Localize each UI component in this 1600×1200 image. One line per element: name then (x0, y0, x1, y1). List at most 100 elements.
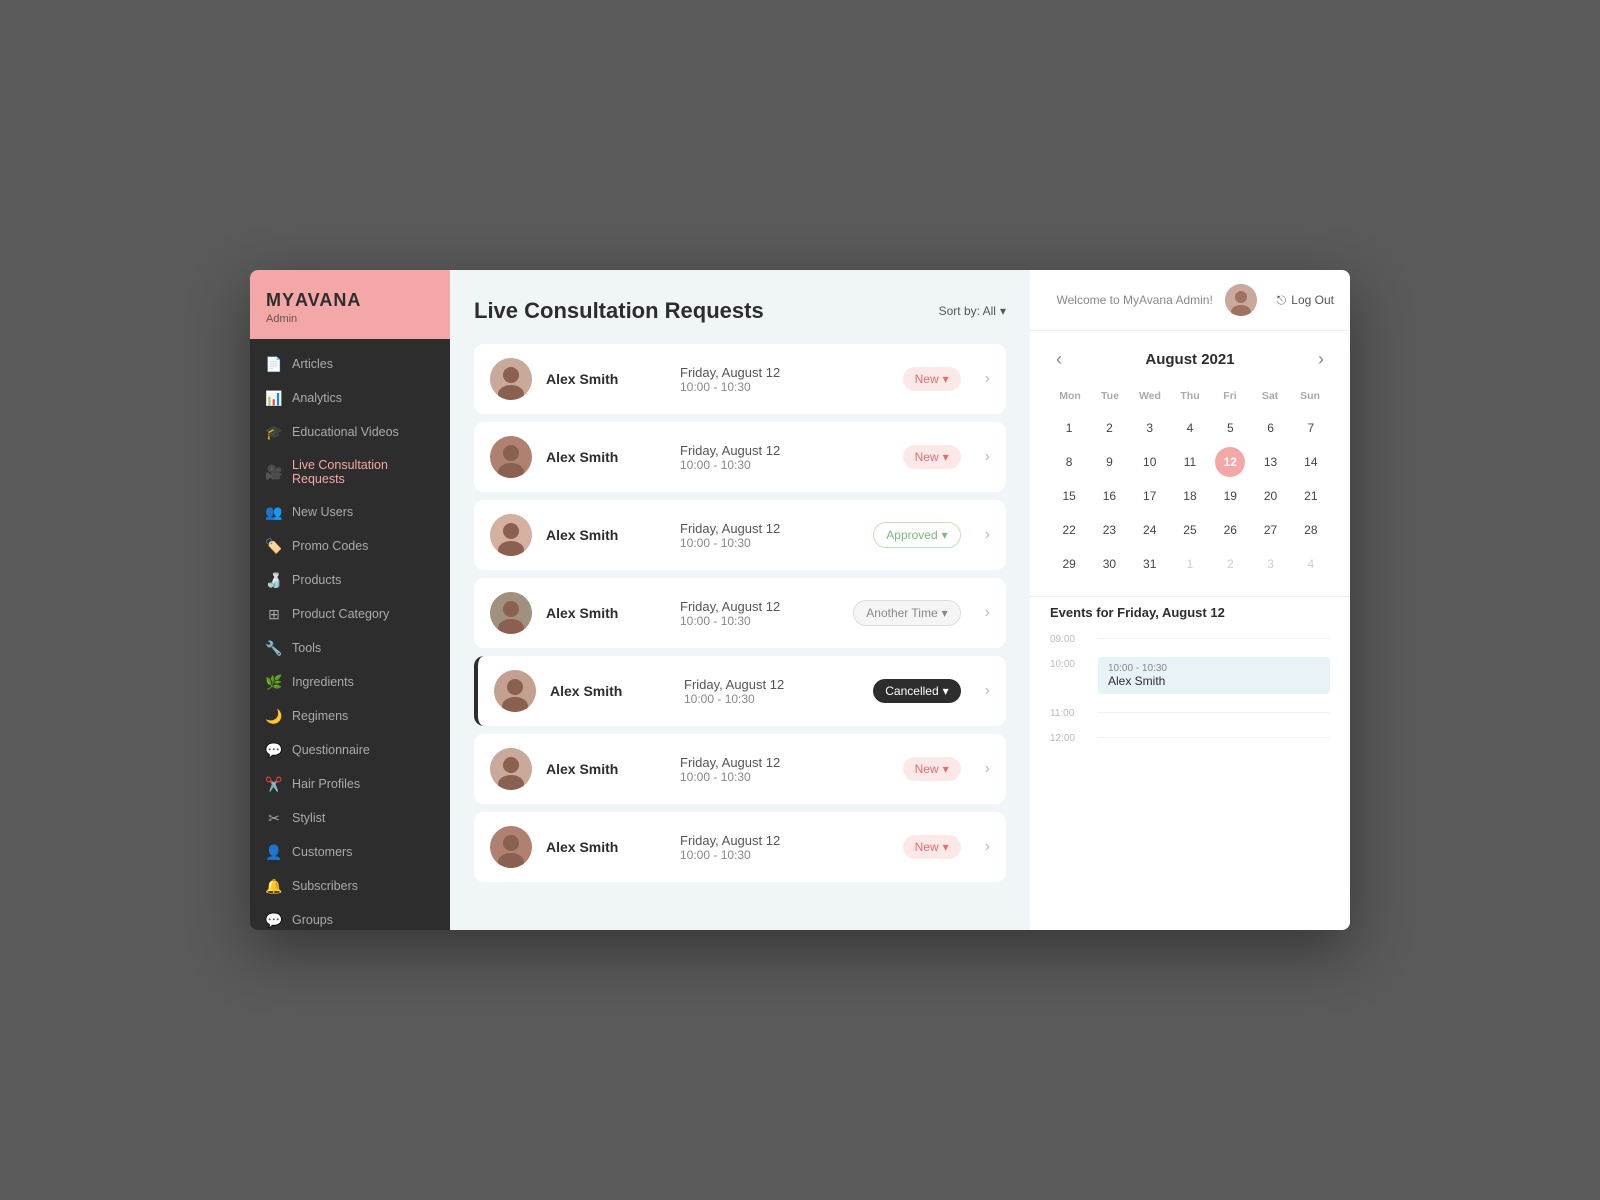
calendar-day[interactable]: 4 (1175, 413, 1205, 443)
calendar-day[interactable]: 2 (1215, 549, 1245, 579)
card-arrow-icon[interactable]: › (985, 838, 990, 856)
regimens-icon: 🌙 (266, 708, 282, 724)
card-arrow-icon[interactable]: › (985, 370, 990, 388)
sidebar-item-ingredients[interactable]: 🌿 Ingredients (250, 665, 450, 699)
card-arrow-icon[interactable]: › (985, 604, 990, 622)
calendar-day[interactable]: 1 (1054, 413, 1084, 443)
page-title: Live Consultation Requests (474, 298, 764, 324)
calendar-day[interactable]: 5 (1215, 413, 1245, 443)
sidebar-item-hair_profiles[interactable]: ✂️ Hair Profiles (250, 767, 450, 801)
sidebar-item-label: Subscribers (292, 879, 358, 893)
calendar-day[interactable]: 15 (1054, 481, 1084, 511)
calendar-day[interactable]: 14 (1296, 447, 1326, 477)
calendar-day-header: Sun (1290, 386, 1330, 406)
calendar-day[interactable]: 27 (1256, 515, 1286, 545)
calendar-day[interactable]: 22 (1054, 515, 1084, 545)
calendar-day[interactable]: 7 (1296, 413, 1326, 443)
sidebar-item-subscribers[interactable]: 🔔 Subscribers (250, 869, 450, 903)
avatar (490, 826, 532, 868)
calendar-day[interactable]: 8 (1054, 447, 1084, 477)
sidebar-item-tools[interactable]: 🔧 Tools (250, 631, 450, 665)
sidebar-logo: MYAVANA Admin (250, 270, 450, 339)
calendar-day[interactable]: 18 (1175, 481, 1205, 511)
sidebar-item-promo_codes[interactable]: 🏷️ Promo Codes (250, 529, 450, 563)
card-arrow-icon[interactable]: › (985, 760, 990, 778)
calendar-day[interactable]: 31 (1135, 549, 1165, 579)
badge-chevron-icon: ▾ (943, 840, 949, 854)
sidebar-item-products[interactable]: 🍶 Products (250, 563, 450, 597)
calendar-day[interactable]: 19 (1215, 481, 1245, 511)
calendar-day[interactable]: 9 (1094, 447, 1124, 477)
calendar-day[interactable]: 3 (1135, 413, 1165, 443)
calendar-day[interactable]: 20 (1256, 481, 1286, 511)
status-badge[interactable]: New ▾ (903, 445, 961, 469)
logout-button[interactable]: ⎋ Log Out (1277, 293, 1334, 308)
consultation-name: Alex Smith (546, 761, 646, 777)
calendar-day[interactable]: 17 (1135, 481, 1165, 511)
sidebar-item-articles[interactable]: 📄 Articles (250, 347, 450, 381)
sidebar-item-analytics[interactable]: 📊 Analytics (250, 381, 450, 415)
event-time-range: 10:00 - 10:30 (1108, 663, 1320, 674)
calendar-day[interactable]: 30 (1094, 549, 1124, 579)
sidebar-item-customers[interactable]: 👤 Customers (250, 835, 450, 869)
avatar (1225, 284, 1257, 316)
sidebar-nav: 📄 Articles 📊 Analytics 🎓 Educational Vid… (250, 339, 450, 930)
card-arrow-icon[interactable]: › (985, 448, 990, 466)
sidebar-item-product_category[interactable]: ⊞ Product Category (250, 597, 450, 631)
tools-icon: 🔧 (266, 640, 282, 656)
sidebar-item-questionnaire[interactable]: 💬 Questionnaire (250, 733, 450, 767)
consultation-name: Alex Smith (546, 605, 646, 621)
card-arrow-icon[interactable]: › (985, 526, 990, 544)
sidebar-item-label: Products (292, 573, 341, 587)
calendar-day-header: Sat (1250, 386, 1290, 406)
sort-label: Sort by: All (939, 304, 996, 318)
status-badge[interactable]: New ▾ (903, 367, 961, 391)
consultation-date-line: Friday, August 12 (680, 833, 889, 848)
calendar-day[interactable]: 3 (1256, 549, 1286, 579)
calendar-day[interactable]: 11 (1175, 447, 1205, 477)
calendar-day[interactable]: 6 (1256, 413, 1286, 443)
sidebar-item-new_users[interactable]: 👥 New Users (250, 495, 450, 529)
status-badge[interactable]: New ▾ (903, 757, 961, 781)
sidebar-item-educational_videos[interactable]: 🎓 Educational Videos (250, 415, 450, 449)
consultation-date: Friday, August 12 10:00 - 10:30 (680, 521, 859, 550)
status-badge[interactable]: Approved ▾ (873, 522, 960, 548)
card-arrow-icon[interactable]: › (985, 682, 990, 700)
educational_videos-icon: 🎓 (266, 424, 282, 440)
calendar-day[interactable]: 23 (1094, 515, 1124, 545)
calendar-day[interactable]: 16 (1094, 481, 1124, 511)
sidebar-item-label: Hair Profiles (292, 777, 360, 791)
sidebar-item-label: Regimens (292, 709, 348, 723)
promo_codes-icon: 🏷️ (266, 538, 282, 554)
badge-chevron-icon: ▾ (943, 450, 949, 464)
calendar-day[interactable]: 21 (1296, 481, 1326, 511)
consultation-name: Alex Smith (546, 527, 646, 543)
calendar-day[interactable]: 2 (1094, 413, 1124, 443)
sidebar-item-live_consultation[interactable]: 🎥 Live Consultation Requests (250, 449, 450, 495)
calendar-day[interactable]: 25 (1175, 515, 1205, 545)
page-header: Live Consultation Requests Sort by: All … (474, 298, 1006, 324)
status-badge[interactable]: New ▾ (903, 835, 961, 859)
calendar-day[interactable]: 13 (1256, 447, 1286, 477)
calendar-day[interactable]: 4 (1296, 549, 1326, 579)
calendar-day[interactable]: 29 (1054, 549, 1084, 579)
calendar-day-header: Fri (1210, 386, 1250, 406)
sidebar-item-regimens[interactable]: 🌙 Regimens (250, 699, 450, 733)
calendar-day[interactable]: 28 (1296, 515, 1326, 545)
calendar-day[interactable]: 24 (1135, 515, 1165, 545)
sidebar: MYAVANA Admin 📄 Articles 📊 Analytics 🎓 E… (250, 270, 450, 930)
calendar-next-button[interactable]: › (1312, 347, 1330, 372)
status-badge[interactable]: Cancelled ▾ (873, 679, 960, 703)
calendar-day[interactable]: 26 (1215, 515, 1245, 545)
sidebar-item-stylist[interactable]: ✂ Stylist (250, 801, 450, 835)
calendar-prev-button[interactable]: ‹ (1050, 347, 1068, 372)
right-panel: Welcome to MyAvana Admin! ⎋ Log Out ‹ Au… (1030, 270, 1350, 930)
calendar-day[interactable]: 1 (1175, 549, 1205, 579)
analytics-icon: 📊 (266, 390, 282, 406)
sidebar-item-groups[interactable]: 💬 Groups (250, 903, 450, 930)
calendar-header: ‹ August 2021 › (1050, 347, 1330, 372)
sort-control[interactable]: Sort by: All ▾ (939, 304, 1006, 318)
status-badge[interactable]: Another Time ▾ (853, 600, 960, 626)
calendar-day[interactable]: 10 (1135, 447, 1165, 477)
calendar-day[interactable]: 12 (1215, 447, 1245, 477)
